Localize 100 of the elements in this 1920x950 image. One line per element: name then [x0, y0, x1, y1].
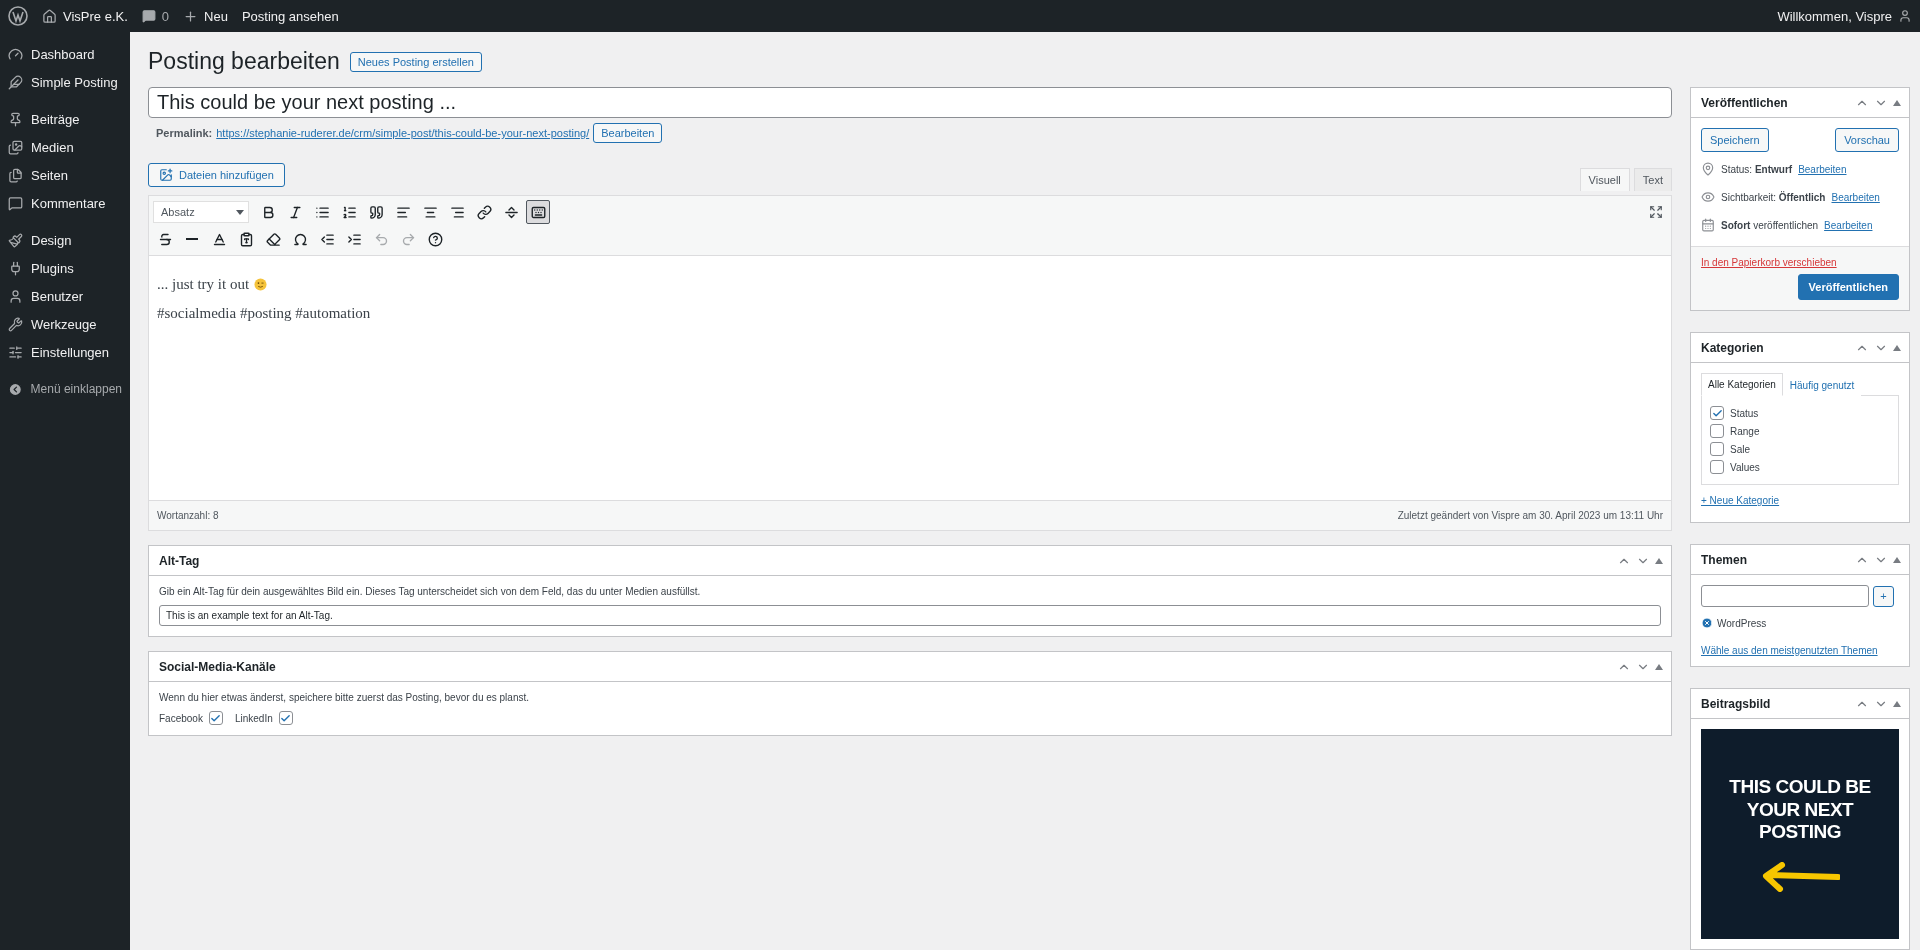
category-label: Range: [1730, 425, 1760, 437]
read-more-icon: [503, 204, 519, 220]
strikethrough-icon: [157, 231, 173, 247]
eye-icon: [1701, 190, 1715, 204]
menu-icon: [8, 111, 23, 127]
italic-icon: [287, 204, 303, 220]
sidebar-item[interactable]: Simple Posting: [0, 68, 130, 96]
permalink-link[interactable]: https://stephanie-ruderer.de/crm/simple-post/this-could-be-your-next-posting/: [216, 127, 590, 139]
tag-field[interactable]: [1701, 585, 1869, 607]
alt-tag-description: Gib ein Alt-Tag für dein ausgewähltes Bild ein. Dieses Tag unterscheidet sich von dem Feld, das du unter Medien ausfüllst.: [159, 586, 702, 597]
new-category-link[interactable]: + Neue Kategorie: [1701, 495, 1899, 506]
edit-link[interactable]: Bearbeiten: [1824, 219, 1873, 231]
collapse-triangle-icon[interactable]: [1893, 700, 1901, 707]
last-edited-text: Zuletzt geändert von Vispre am 30. April 2023 um 13:11 Uhr: [1397, 510, 1663, 521]
channel-checkbox[interactable]: [208, 711, 223, 725]
sidebar-item[interactable]: Medien: [0, 133, 130, 161]
toolbar-toggle-button[interactable]: [526, 200, 550, 224]
category-checkbox[interactable]: [1710, 406, 1724, 420]
popular-tags-link[interactable]: Wähle aus den meistgenutzten Themen: [1701, 645, 1899, 656]
collapse-menu-link[interactable]: Menü einklappen: [0, 375, 130, 403]
sidebar-item[interactable]: Werkzeuge: [0, 310, 130, 338]
menu-icon: [8, 167, 23, 183]
menu-icon: [8, 288, 23, 304]
collapse-triangle-icon[interactable]: [1655, 557, 1663, 564]
category-tab[interactable]: Alle Kategorien: [1701, 373, 1783, 396]
collapse-triangle-icon[interactable]: [1655, 663, 1663, 670]
bullet-list-icon: [314, 204, 330, 220]
editor-paragraph: #socialmedia #posting #automation: [157, 305, 371, 322]
preview-button[interactable]: Vorschau: [1835, 128, 1899, 152]
edit-permalink-button[interactable]: Bearbeiten: [593, 123, 663, 143]
edit-link[interactable]: Bearbeiten: [1798, 163, 1847, 175]
menu-icon: [8, 260, 23, 276]
align-center-icon: [422, 204, 438, 220]
tag-label: WordPress: [1717, 617, 1767, 629]
outdent-icon: [319, 231, 335, 247]
sidebar-item[interactable]: Seiten: [0, 161, 130, 189]
quote-icon: [368, 204, 384, 220]
edit-link[interactable]: Bearbeiten: [1831, 191, 1880, 203]
comment-count[interactable]: 0: [161, 8, 170, 24]
menu-icon: [8, 74, 23, 90]
editor-tab[interactable]: Visuell: [1579, 168, 1630, 191]
collapse-triangle-icon[interactable]: [1893, 344, 1901, 351]
add-tag-button[interactable]: +: [1873, 585, 1894, 607]
paste-text-icon: [238, 231, 254, 247]
word-count: Wortanzahl: 8: [157, 510, 219, 521]
sidebar-item[interactable]: Benutzer: [0, 282, 130, 310]
align-right-icon: [449, 204, 465, 220]
link-icon: [476, 204, 492, 220]
menu-icon: [8, 344, 23, 360]
pin-icon: [1701, 162, 1715, 176]
sidebar-item[interactable]: Beiträge: [0, 105, 130, 133]
collapse-icon: [8, 381, 23, 397]
publish-button[interactable]: Veröffentlichen: [1797, 274, 1899, 300]
comment-icon[interactable]: [141, 9, 156, 23]
format-select[interactable]: Absatz: [153, 201, 249, 223]
avatar-icon[interactable]: [1898, 9, 1912, 23]
alt-tag-field[interactable]: This is an example text for an Alt-Tag.: [159, 605, 1661, 626]
channel-checkbox[interactable]: [278, 711, 293, 725]
publish-meta-text: Status: Entwurf: [1721, 163, 1793, 175]
calendar-icon: [1701, 218, 1715, 232]
new-post-button[interactable]: Neues Posting erstellen: [349, 51, 482, 72]
channel-label: LinkedIn: [234, 712, 273, 724]
category-checkbox[interactable]: [1710, 442, 1724, 456]
greeting-link[interactable]: Willkommen, Vispre: [1777, 8, 1892, 24]
omega-icon: [292, 231, 308, 247]
editor-tab[interactable]: Text: [1633, 168, 1672, 191]
remove-tag-icon[interactable]: [1701, 617, 1713, 629]
trash-link[interactable]: In den Papierkorb verschieben: [1701, 257, 1899, 268]
panel-title: Veröffentlichen: [1701, 95, 1788, 110]
new-link[interactable]: Neu: [204, 8, 228, 24]
save-button[interactable]: Speichern: [1701, 128, 1769, 152]
category-checkbox[interactable]: [1710, 460, 1724, 474]
undo-icon: [373, 231, 389, 247]
collapse-triangle-icon[interactable]: [1893, 556, 1901, 563]
editor-paragraph: ... just try it out: [157, 276, 250, 293]
sidebar-item[interactable]: Einstellungen: [0, 338, 130, 366]
sidebar-item[interactable]: Dashboard: [0, 40, 130, 68]
plus-icon[interactable]: [183, 8, 199, 24]
site-name-link[interactable]: VisPre e.K.: [63, 8, 128, 24]
menu-icon: [8, 316, 23, 332]
category-checkbox[interactable]: [1710, 424, 1724, 438]
text-color-icon: [211, 231, 227, 247]
social-description: Wenn du hier etwas änderst, speichere bitte zuerst das Posting, bevor du es planst.: [159, 692, 531, 703]
sidebar-item[interactable]: Plugins: [0, 254, 130, 282]
view-post-link[interactable]: Posting ansehen: [241, 8, 339, 24]
menu-icon: [8, 139, 23, 155]
sidebar-item[interactable]: Kommentare: [0, 189, 130, 217]
featured-image[interactable]: THIS COULD BE YOUR NEXT POSTING: [1701, 729, 1899, 939]
toolbar-toggle-icon: [530, 204, 546, 220]
title-field[interactable]: This could be your next posting ...: [148, 87, 1672, 118]
wordpress-logo-icon[interactable]: [8, 6, 28, 26]
sidebar-item[interactable]: Design: [0, 226, 130, 254]
fullscreen-icon[interactable]: [1649, 205, 1663, 219]
panel-title: Beitragsbild: [1701, 696, 1771, 711]
redo-icon: [400, 231, 416, 247]
home-icon[interactable]: [42, 8, 57, 24]
collapse-triangle-icon[interactable]: [1893, 99, 1901, 106]
menu-icon: [8, 46, 23, 62]
add-media-button[interactable]: Dateien hinzufügen: [148, 163, 285, 187]
align-left-icon: [395, 204, 411, 220]
